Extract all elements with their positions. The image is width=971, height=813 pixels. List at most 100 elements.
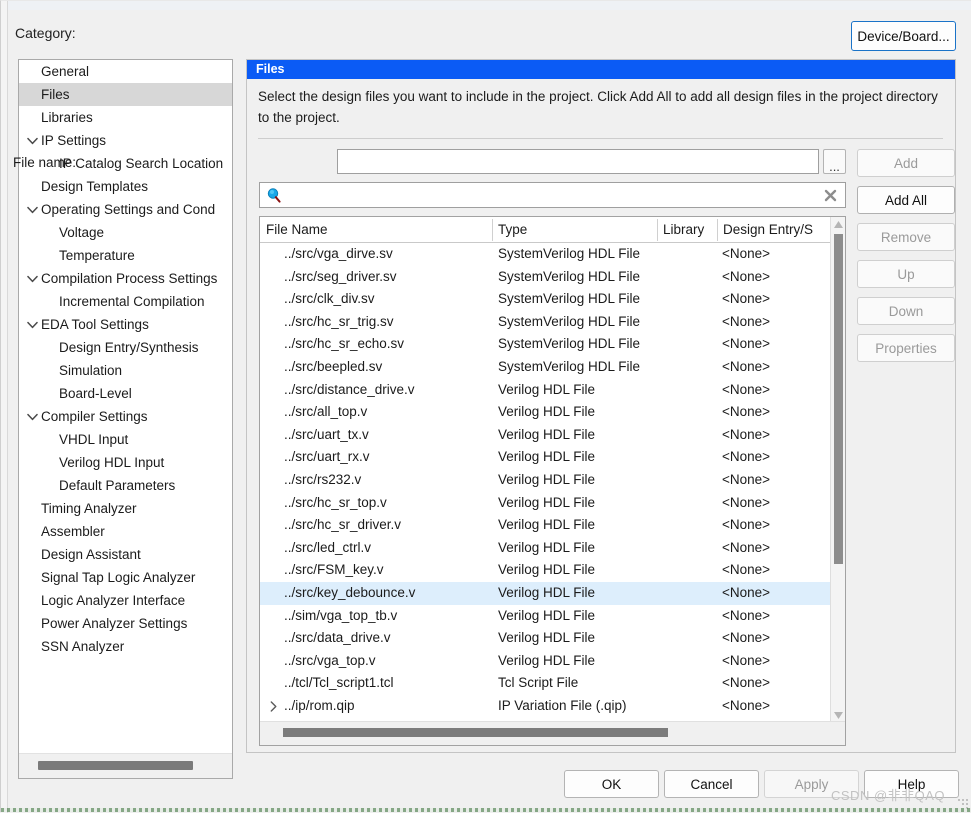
table-row[interactable]: ../src/key_debounce.v Verilog HDL File <No… [260, 581, 831, 605]
chevron-down-icon[interactable] [26, 313, 39, 336]
sidebar-item-voltage[interactable]: Voltage [19, 221, 232, 244]
table-row[interactable]: ../src/all_top.v Verilog HDL File <None> [260, 401, 831, 424]
column-header-type[interactable]: Type [492, 217, 657, 242]
sidebar-item-general[interactable]: General [19, 60, 232, 83]
ok-button[interactable]: OK [564, 770, 659, 798]
chevron-down-icon[interactable] [26, 267, 39, 290]
cell-entry: <None> [722, 313, 771, 329]
sidebar-item-label: Timing Analyzer [41, 501, 137, 516]
hscroll-thumb[interactable] [283, 728, 668, 737]
cancel-button[interactable]: Cancel [664, 770, 759, 798]
up-button[interactable]: Up [857, 260, 955, 288]
panel-description: Select the design files you want to incl… [258, 89, 938, 125]
table-row[interactable]: ../tcl/Tcl_script1.tcl Tcl Script File <No… [260, 672, 831, 695]
browse-button[interactable]: ... [823, 149, 846, 174]
sidebar-item-label: Assembler [41, 524, 105, 539]
cell-entry: <None> [722, 404, 771, 420]
table-horizontal-scrollbar[interactable] [260, 721, 845, 745]
vscroll-thumb[interactable] [834, 234, 843, 564]
sidebar-item-power-analyzer-settings[interactable]: Power Analyzer Settings [19, 612, 232, 635]
table-row[interactable]: ../src/hc_sr_trig.sv SystemVerilog HDL Fi… [260, 311, 831, 334]
column-divider[interactable] [657, 219, 658, 241]
column-divider[interactable] [717, 219, 718, 241]
sidebar-item-eda-tool-settings[interactable]: EDA Tool Settings [19, 313, 232, 336]
table-row[interactable]: ../src/vga_dirve.sv SystemVerilog HDL Fil… [260, 243, 831, 266]
cell-entry: <None> [722, 652, 771, 668]
sidebar-item-signal-tap-logic-analyzer[interactable]: Signal Tap Logic Analyzer [19, 566, 232, 589]
search-input[interactable] [288, 183, 822, 209]
sidebar-item-verilog-hdl-input[interactable]: Verilog HDL Input [19, 451, 232, 474]
device-board-button[interactable]: Device/Board... [851, 21, 956, 51]
table-row[interactable]: ../sim/vga_top_tb.v Verilog HDL File <None… [260, 605, 831, 628]
cell-library [660, 333, 720, 356]
cell-name: ../src/data_drive.v [284, 630, 391, 646]
sidebar-item-incremental-compilation[interactable]: Incremental Compilation [19, 290, 232, 313]
table-row[interactable]: ../src/led_ctrl.v Verilog HDL File <None> [260, 537, 831, 560]
apply-button[interactable]: Apply [764, 770, 859, 798]
add-button[interactable]: Add [857, 149, 955, 177]
table-row[interactable]: ../src/distance_drive.v Verilog HDL File <… [260, 379, 831, 402]
cell-library [660, 559, 720, 582]
table-body: ../src/vga_dirve.sv SystemVerilog HDL Fil… [260, 243, 831, 723]
clear-icon[interactable] [821, 186, 839, 204]
sidebar-item-files[interactable]: Files [19, 83, 232, 106]
sidebar-item-compiler-settings[interactable]: Compiler Settings [19, 405, 232, 428]
cell-library [660, 492, 720, 515]
sidebar-item-compilation-process-settings[interactable]: Compilation Process Settings [19, 267, 232, 290]
sidebar-item-timing-analyzer[interactable]: Timing Analyzer [19, 497, 232, 520]
sidebar-item-assembler[interactable]: Assembler [19, 520, 232, 543]
chevron-down-icon[interactable] [26, 129, 39, 152]
table-row[interactable]: ../src/hc_sr_top.v Verilog HDL File <None> [260, 492, 831, 515]
sidebar-item-temperature[interactable]: Temperature [19, 244, 232, 267]
table-row[interactable]: ../src/rs232.v Verilog HDL File <None> [260, 469, 831, 492]
add-all-button[interactable]: Add All [857, 186, 955, 214]
down-button[interactable]: Down [857, 297, 955, 325]
table-row[interactable]: ../ip/rom.qip IP Variation File (.qip) <No… [260, 695, 831, 718]
scroll-up-arrow-icon[interactable] [831, 217, 845, 232]
sidebar-item-design-templates[interactable]: Design Templates [19, 175, 232, 198]
table-row[interactable]: ../src/FSM_key.v Verilog HDL File <None> [260, 559, 831, 582]
table-row[interactable]: ../src/seg_driver.sv SystemVerilog HDL Fi… [260, 266, 831, 289]
sidebar-item-operating-settings-and-cond[interactable]: Operating Settings and Cond [19, 198, 232, 221]
column-header-design-entry-s[interactable]: Design Entry/S [717, 217, 831, 242]
sidebar-item-default-parameters[interactable]: Default Parameters [19, 474, 232, 497]
column-header-library[interactable]: Library [657, 217, 717, 242]
file-name-label: File name: [13, 155, 77, 170]
table-vertical-scrollbar[interactable] [830, 217, 845, 723]
sidebar-item-libraries[interactable]: Libraries [19, 106, 232, 129]
tree-hscroll-thumb[interactable] [38, 761, 193, 770]
sidebar-item-ssn-analyzer[interactable]: SSN Analyzer [19, 635, 232, 658]
table-row[interactable]: ../src/data_drive.v Verilog HDL File <None… [260, 627, 831, 650]
table-row[interactable]: ../src/hc_sr_echo.sv SystemVerilog HDL Fi… [260, 333, 831, 356]
table-row[interactable]: ../src/clk_div.sv SystemVerilog HDL File <… [260, 288, 831, 311]
sidebar-item-label: Temperature [59, 248, 135, 263]
table-row[interactable]: ../src/vga_top.v Verilog HDL File <None> [260, 650, 831, 673]
file-search-box[interactable] [259, 182, 846, 209]
cell-entry: <None> [722, 358, 771, 374]
category-label: Category: [15, 25, 76, 41]
column-divider[interactable] [492, 219, 493, 241]
table-row[interactable]: ../src/uart_tx.v Verilog HDL File <None> [260, 424, 831, 447]
sidebar-item-logic-analyzer-interface[interactable]: Logic Analyzer Interface [19, 589, 232, 612]
help-button[interactable]: Help [864, 770, 959, 798]
file-name-input[interactable] [337, 149, 819, 174]
chevron-right-icon[interactable] [267, 695, 279, 718]
sidebar-item-design-entry-synthesis[interactable]: Design Entry/Synthesis [19, 336, 232, 359]
properties-button[interactable]: Properties [857, 334, 955, 362]
table-row[interactable]: ../src/beepled.sv SystemVerilog HDL File <… [260, 356, 831, 379]
chevron-down-icon[interactable] [26, 198, 39, 221]
sidebar-item-vhdl-input[interactable]: VHDL Input [19, 428, 232, 451]
sidebar-item-ip-settings[interactable]: IP Settings [19, 129, 232, 152]
sidebar-item-label: Compiler Settings [41, 409, 148, 424]
table-row[interactable]: ../src/uart_rx.v Verilog HDL File <None> [260, 446, 831, 469]
tree-horizontal-scrollbar[interactable] [19, 753, 232, 778]
cell-library [660, 627, 720, 650]
column-header-file-name[interactable]: File Name [260, 217, 492, 242]
sidebar-item-simulation[interactable]: Simulation [19, 359, 232, 382]
remove-button[interactable]: Remove [857, 223, 955, 251]
sidebar-item-board-level[interactable]: Board-Level [19, 382, 232, 405]
cell-library [660, 243, 720, 266]
table-row[interactable]: ../src/hc_sr_driver.v Verilog HDL File <No… [260, 514, 831, 537]
sidebar-item-design-assistant[interactable]: Design Assistant [19, 543, 232, 566]
chevron-down-icon[interactable] [26, 405, 39, 428]
